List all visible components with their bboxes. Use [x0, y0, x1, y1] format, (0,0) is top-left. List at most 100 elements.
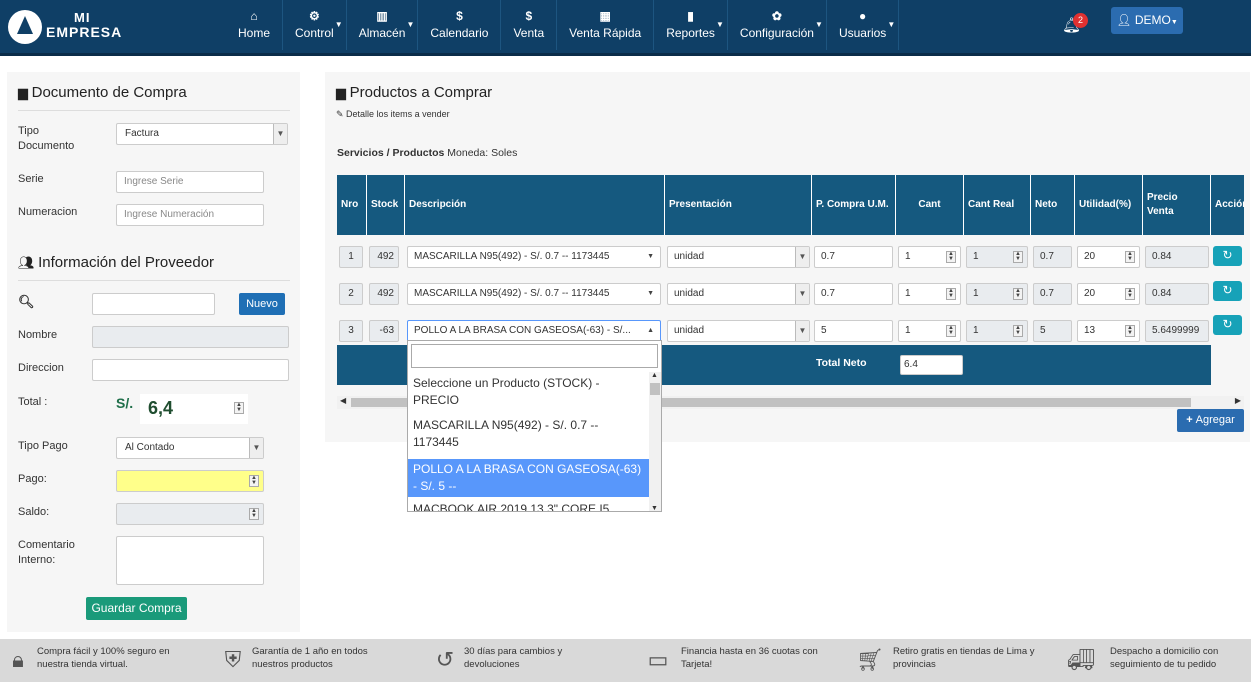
agregar-button[interactable]: + Agregar — [1177, 409, 1244, 432]
row1-stock: 492 — [369, 246, 399, 268]
row1-cant-input[interactable]: 1 ▲ ▼ — [898, 246, 961, 268]
row1-p-compra-input[interactable]: 0.7 — [814, 246, 893, 268]
chevron-down-icon: ▼ — [249, 438, 263, 458]
notification-badge: 2 — [1073, 13, 1088, 28]
row2-cant-input[interactable]: 1 ▲ ▼ — [898, 283, 961, 305]
nav-item-venta[interactable]: $ Venta — [501, 0, 558, 50]
credit-card-icon: ▭ — [647, 647, 669, 672]
arrow-up-icon[interactable]: ▲ — [651, 372, 658, 379]
row1-precio-venta: 0.84 — [1145, 246, 1209, 268]
edit-icon: ✎ — [336, 109, 347, 119]
saldo-field: ▲ ▼ — [116, 503, 264, 525]
tipo-pago-select[interactable]: Al Contado ▼ — [116, 437, 264, 459]
user-menu-button[interactable]: 👤︎ DEMO▼ — [1111, 7, 1183, 34]
bar-chart-icon: ▮ — [687, 9, 694, 23]
caret-down-icon: ▼ — [406, 20, 415, 29]
col-stock: Stock — [367, 175, 405, 235]
row2-presentacion-select[interactable]: unidad ▼ — [667, 283, 810, 305]
chevron-down-icon: ▼ — [273, 124, 287, 144]
row3-p-compra-input[interactable]: 5 — [814, 320, 893, 342]
numeracion-label: Numeracion — [18, 206, 78, 218]
row2-cant-real: 1 ▲ ▼ — [966, 283, 1028, 305]
file-icon: ▆ — [18, 85, 32, 100]
row3-refresh-icon[interactable]: ↻ — [1213, 315, 1242, 335]
col-accion: Acción — [1211, 175, 1244, 235]
nav-item-reportes[interactable]: ▮ Reportes ▼ — [654, 0, 728, 50]
row2-descripcion-select[interactable]: MASCARILLA N95(492) - S/. 0.7 -- 1173445… — [407, 283, 661, 305]
spinner-icon: ▲ ▼ — [1013, 325, 1023, 337]
serie-label: Serie — [18, 173, 44, 185]
serie-input[interactable]: Ingrese Serie — [116, 171, 264, 193]
arrow-left-icon[interactable]: ◀ — [340, 396, 346, 405]
spinner-icon[interactable]: ▲ ▼ — [946, 288, 956, 300]
direccion-input[interactable] — [92, 359, 289, 381]
dropdown-scroll-thumb[interactable] — [650, 383, 660, 395]
row1-refresh-icon[interactable]: ↻ — [1213, 246, 1242, 266]
row1-presentacion-select[interactable]: unidad ▼ — [667, 246, 810, 268]
row2-refresh-icon[interactable]: ↻ — [1213, 281, 1242, 301]
direccion-label: Direccion — [18, 362, 64, 374]
building-icon: ▥ — [376, 9, 388, 23]
row1-utilidad-input[interactable]: 20 ▲ ▼ — [1077, 246, 1140, 268]
numeracion-input[interactable]: Ingrese Numeración — [116, 204, 264, 226]
user-icon: 👤︎ — [1116, 13, 1135, 27]
caret-down-icon: ▼ — [715, 20, 724, 29]
nav-item-almacen[interactable]: ▥ Almacén ▼ — [347, 0, 419, 50]
comentario-textarea[interactable] — [116, 536, 264, 585]
dropdown-option[interactable]: MACBOOK AIR 2019 13.3" CORE I5 — [408, 501, 650, 511]
nav-item-venta-rapida[interactable]: ▦ Venta Rápida — [557, 0, 655, 50]
total-value: 6,4 ▲ ▼ — [140, 394, 248, 424]
caret-down-icon: ▼ — [647, 253, 654, 260]
row1-descripcion-select[interactable]: MASCARILLA N95(492) - S/. 0.7 -- 1173445… — [407, 246, 661, 268]
dropdown-option-highlighted[interactable]: POLLO A LA BRASA CON GASEOSA(-63) - S/. … — [408, 459, 650, 497]
spinner-icon[interactable]: ▲ ▼ — [946, 325, 956, 337]
row3-cant-input[interactable]: 1 ▲ ▼ — [898, 320, 961, 342]
tipo-documento-select[interactable]: Factura ▼ — [116, 123, 288, 145]
caret-down-icon: ▼ — [815, 20, 823, 29]
divider — [18, 110, 290, 111]
pago-input[interactable]: ▲ ▼ — [116, 470, 264, 492]
barcode-icon: ▦ — [599, 9, 611, 23]
history-icon: ↺ — [435, 647, 455, 672]
nav-item-control[interactable]: ⚙ Control ▼ — [283, 0, 347, 50]
chevron-down-icon: ▼ — [795, 284, 809, 304]
row2-p-compra-input[interactable]: 0.7 — [814, 283, 893, 305]
spinner-icon[interactable]: ▲ ▼ — [1125, 325, 1135, 337]
chevron-down-icon: ▼ — [795, 247, 809, 267]
arrow-down-icon[interactable]: ▼ — [651, 505, 658, 511]
provider-search-input[interactable] — [92, 293, 215, 315]
col-cant: Cant — [896, 175, 964, 235]
spinner-icon[interactable]: ▲ ▼ — [1125, 288, 1135, 300]
doc-title: ▆ Documento de Compra — [18, 84, 187, 101]
spinner-icon[interactable]: ▲ ▼ — [249, 475, 259, 487]
dropdown-option[interactable]: MASCARILLA N95(492) - S/. 0.7 -- 1173445 — [408, 417, 650, 451]
row2-utilidad-input[interactable]: 20 ▲ ▼ — [1077, 283, 1140, 305]
nuevo-button[interactable]: Nuevo — [239, 293, 285, 315]
provider-title: 👥︎ Información del Proveedor — [18, 254, 215, 271]
row3-cant-real: 1 ▲ ▼ — [966, 320, 1028, 342]
total-label: Total : — [18, 396, 48, 408]
caret-down-icon: ▼ — [334, 20, 343, 29]
guardar-compra-button[interactable]: Guardar Compra — [86, 597, 187, 620]
purchase-document-panel: ▆ Documento de Compra Tipo Documento Fac… — [7, 72, 300, 632]
row3-utilidad-input[interactable]: 13 ▲ ▼ — [1077, 320, 1140, 342]
spinner-icon: ▲ ▼ — [234, 402, 244, 414]
brand-logo[interactable]: MI EMPRESA — [6, 8, 136, 46]
row2-nro: 2 — [339, 283, 363, 305]
row3-descripcion-select[interactable]: POLLO A LA BRASA CON GASEOSA(-63) - S/..… — [407, 320, 661, 342]
total-neto-value: 6.4 — [900, 355, 963, 375]
nav-item-home[interactable]: ⌂ Home — [226, 0, 284, 50]
nav-item-calendario[interactable]: $ Calendario — [418, 0, 502, 50]
dropdown-search-input[interactable] — [411, 344, 658, 368]
row1-nro: 1 — [339, 246, 363, 268]
pago-label: Pago: — [18, 473, 47, 485]
spinner-icon[interactable]: ▲ ▼ — [946, 251, 956, 263]
row3-presentacion-select[interactable]: unidad ▼ — [667, 320, 810, 342]
user-icon: ● — [859, 9, 867, 23]
spinner-icon[interactable]: ▲ ▼ — [1125, 251, 1135, 263]
nav-item-usuarios[interactable]: ● Usuarios ▼ — [827, 0, 900, 50]
dropdown-option[interactable]: Seleccione un Producto (STOCK) - PRECIO — [408, 375, 650, 409]
nav-item-configuracion[interactable]: ✿ Configuración ▼ — [728, 0, 827, 50]
caret-down-icon: ▼ — [647, 290, 654, 297]
arrow-right-icon[interactable]: ▶ — [1235, 396, 1241, 405]
